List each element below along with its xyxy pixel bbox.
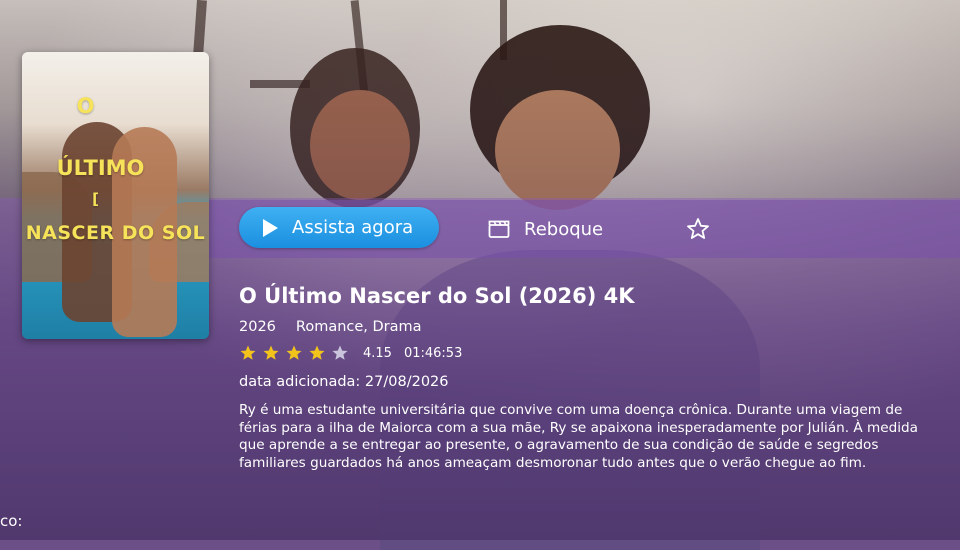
movie-poster: O ÚLTIMO [ NASCER DO SOL [22,52,209,339]
favorite-button[interactable] [684,215,712,243]
movie-duration: 01:46:53 [403,345,463,361]
movie-synopsis: Ry é uma estudante universitária que con… [239,402,918,472]
movie-title: O Último Nascer do Sol (2026) 4K [239,284,635,308]
watch-now-button[interactable]: Assista agora [239,207,439,248]
rating-value: 4.15 [363,345,392,361]
star-filled-icon [286,345,302,360]
clapperboard-icon [488,220,510,238]
poster-title-line: O [76,94,95,118]
poster-title-line: NASCER DO SOL [25,221,206,244]
play-icon [263,218,278,237]
movie-meta: 2026 Romance, Drama [239,319,422,335]
star-outline-icon [687,218,709,239]
movie-year: 2026 [239,319,276,335]
trailer-label: Reboque [524,218,604,240]
rating-row: 4.15 01:46:53 [239,344,462,362]
cast-label-partial: co: [0,512,23,530]
trailer-button[interactable]: Reboque [488,214,603,244]
date-added-label: data adicionada: [239,374,361,390]
date-added: data adicionada: 27/08/2026 [239,374,449,390]
poster-title-line: ÚLTIMO [56,156,145,181]
star-filled-icon [309,345,325,360]
poster-title: O ÚLTIMO [ NASCER DO SOL [22,92,209,247]
star-filled-icon [263,345,279,360]
movie-genres: Romance, Drama [295,319,422,335]
star-filled-icon [240,345,256,360]
rating-stars [239,344,349,362]
watch-now-label: Assista agora [292,217,414,238]
date-added-value: 27/08/2026 [364,374,449,390]
poster-title-line: [ [92,189,99,208]
star-empty-icon [332,345,348,360]
